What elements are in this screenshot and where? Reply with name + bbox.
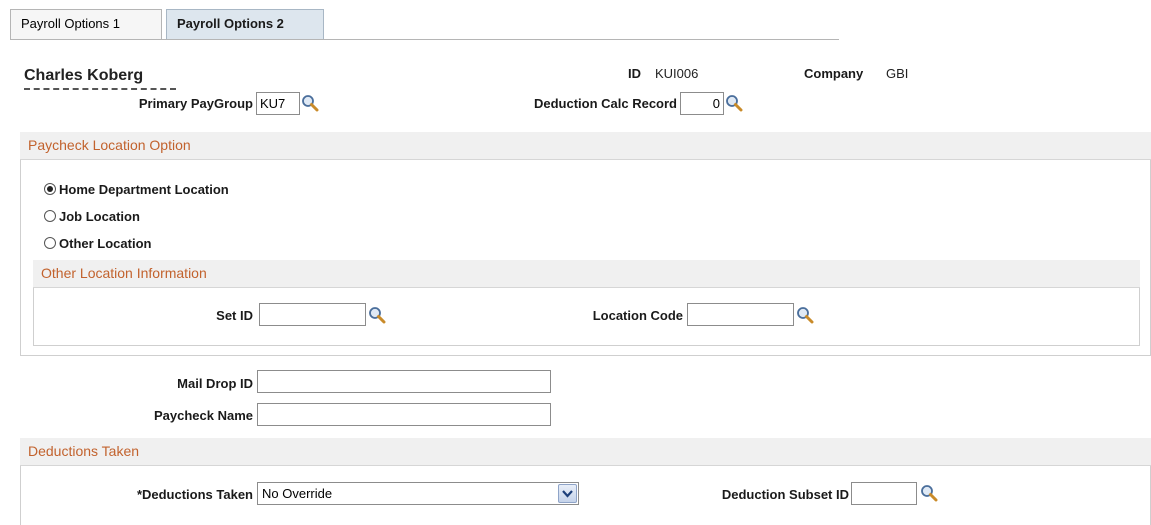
mail-drop-id-label: Mail Drop ID — [177, 376, 253, 391]
setid-input[interactable] — [259, 303, 366, 326]
magnifier-icon[interactable] — [725, 94, 743, 112]
deductions-taken-value: No Override — [262, 486, 333, 501]
radio-home-department-location[interactable]: Home Department Location — [44, 180, 229, 198]
setid-label: Set ID — [216, 308, 253, 323]
radio-label: Home Department Location — [59, 181, 229, 197]
radio-job-location[interactable]: Job Location — [44, 207, 140, 225]
deduction-calc-record-input[interactable]: 0 — [680, 92, 724, 115]
magnifier-icon[interactable] — [301, 94, 319, 112]
company-label: Company — [804, 66, 864, 81]
location-code-input[interactable] — [687, 303, 794, 326]
deductions-taken-select[interactable]: No Override — [257, 482, 579, 505]
radio-label: Job Location — [59, 208, 140, 224]
magnifier-icon[interactable] — [796, 306, 814, 324]
tab-label: Payroll Options 2 — [177, 16, 284, 31]
id-label: ID — [628, 66, 641, 81]
company-value: GBI — [886, 66, 909, 81]
deduction-subset-id-input[interactable] — [851, 482, 917, 505]
primary-paygroup-label: Primary PayGroup — [138, 96, 253, 111]
employee-name-underline — [24, 88, 176, 90]
location-code-label: Location Code — [592, 308, 683, 323]
employee-name: Charles Koberg — [24, 67, 144, 84]
radio-button[interactable] — [44, 237, 56, 249]
deduction-subset-id-label: Deduction Subset ID — [721, 487, 849, 502]
radio-button[interactable] — [44, 210, 56, 222]
radio-label: Other Location — [59, 235, 152, 251]
magnifier-icon[interactable] — [368, 306, 386, 324]
id-value: KUI006 — [655, 66, 699, 81]
primary-paygroup-input[interactable]: KU7 — [256, 92, 300, 115]
tab-divider — [10, 39, 839, 40]
deductions-taken-title: Deductions Taken — [20, 438, 1151, 466]
paycheck-location-title: Paycheck Location Option — [20, 132, 1151, 160]
mail-drop-id-input[interactable] — [257, 370, 551, 393]
radio-button[interactable] — [44, 183, 56, 195]
radio-other-location[interactable]: Other Location — [44, 234, 151, 252]
other-location-title: Other Location Information — [33, 260, 1140, 288]
paycheck-name-input[interactable] — [257, 403, 551, 426]
paycheck-name-label: Paycheck Name — [153, 408, 253, 423]
deduction-calc-record-label: Deduction Calc Record — [533, 96, 677, 111]
tab-payroll-options-2[interactable]: Payroll Options 2 — [166, 9, 324, 39]
tab-label: Payroll Options 1 — [21, 16, 120, 31]
chevron-down-icon[interactable] — [558, 484, 577, 503]
magnifier-icon[interactable] — [920, 484, 938, 502]
tab-payroll-options-1[interactable]: Payroll Options 1 — [10, 9, 162, 39]
deductions-taken-label: *Deductions Taken — [136, 487, 253, 502]
